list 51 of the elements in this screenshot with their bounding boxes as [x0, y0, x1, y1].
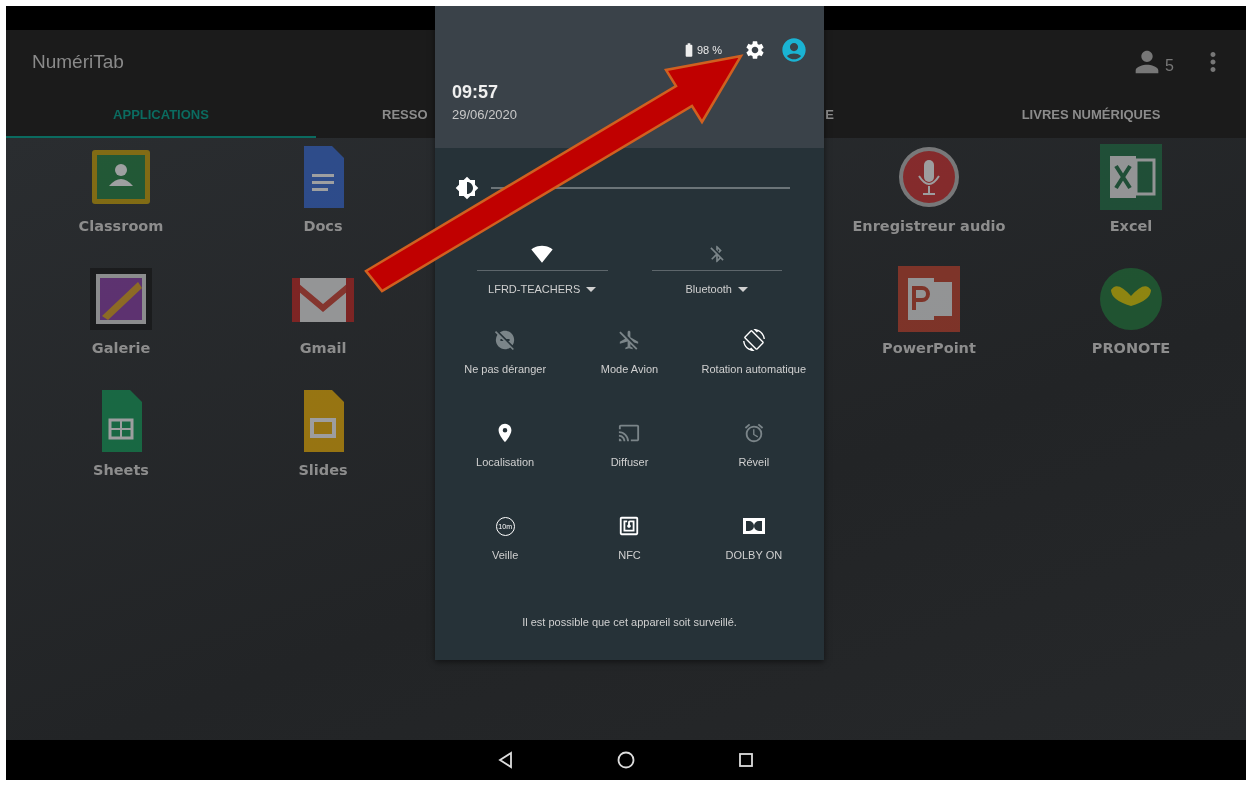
tile-label: DOLBY ON: [725, 549, 783, 561]
microphone-icon: [896, 144, 962, 210]
app-label[interactable]: Slides: [298, 462, 348, 478]
app-label[interactable]: Gmail: [299, 340, 347, 356]
app-label[interactable]: Galerie: [91, 340, 151, 356]
account-icon[interactable]: [780, 36, 808, 64]
user-count: 5: [1165, 56, 1174, 75]
tile-label: Mode Avion: [600, 363, 659, 375]
quick-tile[interactable]: Diffuser: [567, 422, 692, 515]
tile-label: Localisation: [476, 456, 535, 468]
network-dropdown[interactable]: LFRD-TEACHERS: [488, 283, 597, 295]
tab[interactable]: E: [825, 107, 834, 122]
brightness-icon: [455, 176, 479, 200]
tile-label: Veille: [492, 549, 519, 561]
caret-icon: [738, 286, 748, 292]
app-label[interactable]: Docs: [303, 218, 343, 234]
tile-label: Ne pas déranger: [464, 363, 547, 375]
tab[interactable]: APPLICATIONS: [113, 107, 209, 122]
tile-label: NFC: [618, 549, 641, 561]
quick-tile[interactable]: Localisation: [443, 422, 568, 515]
date: 29/06/2020: [452, 107, 519, 122]
app-label[interactable]: Sheets: [93, 462, 149, 478]
excel-icon: [1098, 144, 1164, 210]
quick-tile[interactable]: NFC: [567, 515, 692, 608]
quick-tile[interactable]: Ne pas déranger: [443, 329, 568, 422]
quick-tile[interactable]: Rotation automatique: [691, 329, 816, 422]
tab[interactable]: RESSO: [382, 107, 428, 122]
quick-tile[interactable]: DOLBY ON: [691, 515, 816, 608]
network-dropdown[interactable]: Bluetooth: [685, 283, 748, 295]
quick-tile[interactable]: Mode Avion: [567, 329, 692, 422]
recent-apps-icon[interactable]: [736, 750, 756, 770]
app-label[interactable]: Excel: [1109, 218, 1153, 234]
tile-label: Rotation automatique: [701, 363, 807, 375]
tile-label: Diffuser: [610, 456, 649, 468]
wifi-icon[interactable]: [531, 243, 554, 265]
home-icon[interactable]: [616, 750, 636, 770]
battery-level: 98 %: [696, 44, 722, 56]
quick-tile[interactable]: Réveil: [691, 422, 816, 515]
tab[interactable]: LIVRES NUMÉRIQUES: [1021, 107, 1161, 122]
caret-icon: [586, 286, 597, 292]
app-label[interactable]: PowerPoint: [882, 340, 976, 356]
monitoring-notice: Il est possible que cet appareil soit surveillé.: [521, 616, 738, 628]
app-label[interactable]: Classroom: [78, 218, 164, 234]
gallery-icon: [88, 266, 154, 332]
butterfly-icon: [1098, 266, 1164, 332]
clock-time: 09:57: [452, 82, 500, 103]
settings-icon[interactable]: [744, 39, 766, 61]
app-label[interactable]: PRONOTE: [1091, 340, 1171, 356]
powerpoint-icon: [896, 266, 962, 332]
tile-label: Réveil: [738, 456, 770, 468]
app-label[interactable]: Enregistreur audio: [852, 218, 1006, 234]
